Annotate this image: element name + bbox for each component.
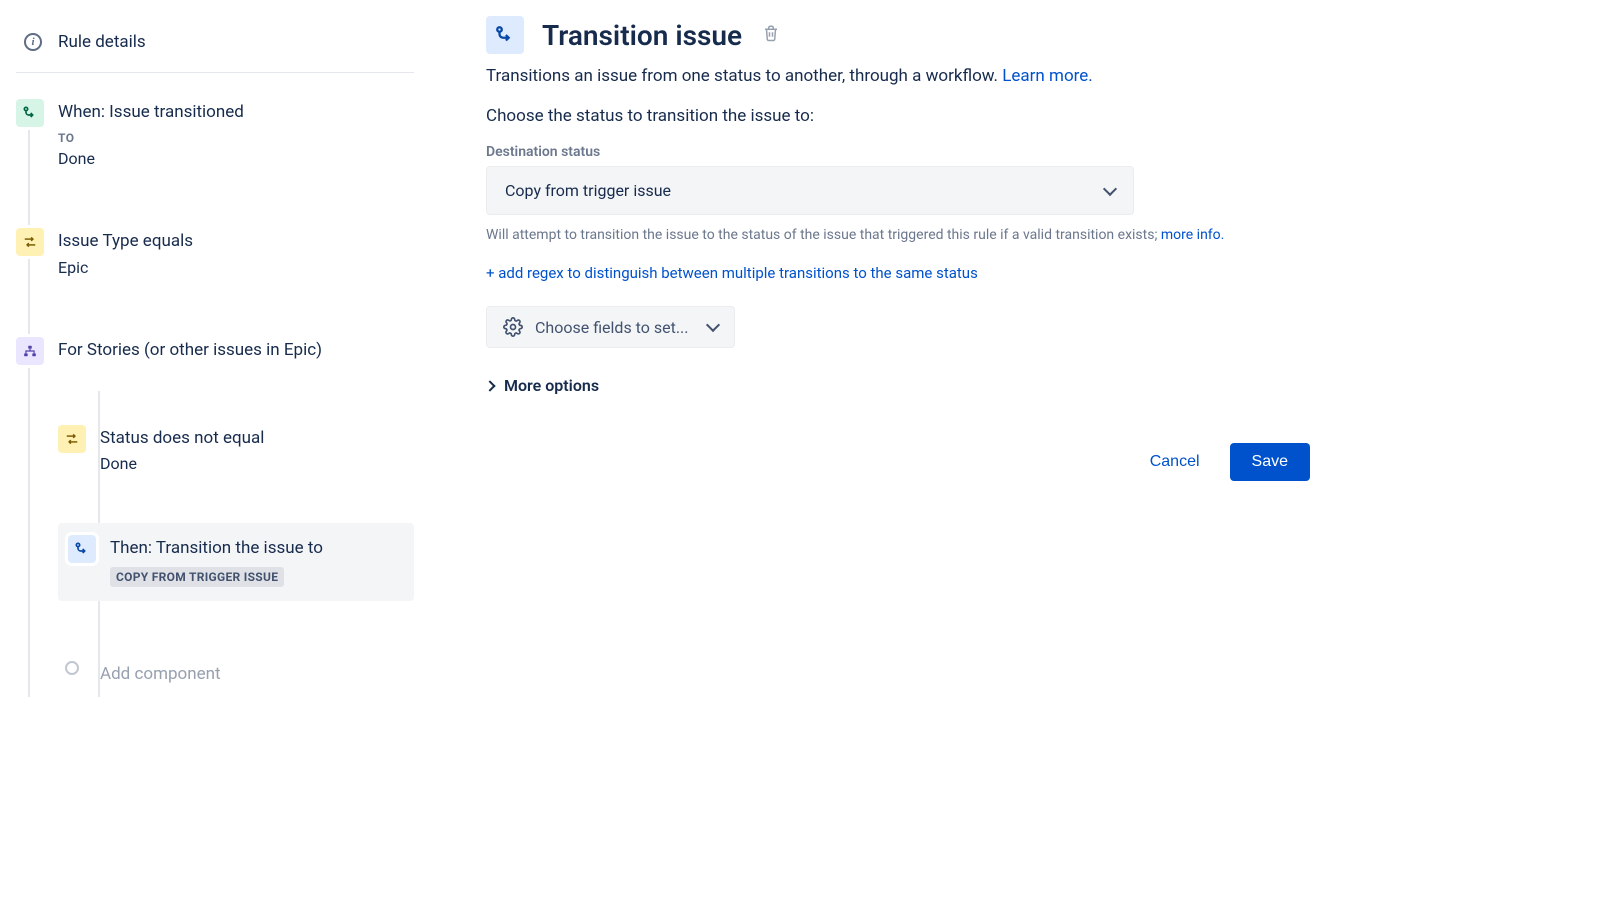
- more-options-label: More options: [504, 376, 599, 395]
- rule-details-header[interactable]: i Rule details: [16, 24, 414, 73]
- gear-icon: [503, 317, 523, 337]
- delete-button[interactable]: [762, 24, 780, 46]
- more-options-toggle[interactable]: More options: [486, 376, 1362, 395]
- learn-more-link[interactable]: Learn more.: [1002, 66, 1093, 86]
- condition-step[interactable]: Issue Type equals Epic: [16, 218, 414, 287]
- step-title: Then: Transition the issue to: [110, 537, 404, 561]
- helper-text-content: Will attempt to transition the issue to …: [486, 227, 1161, 243]
- description: Transitions an issue from one status to …: [486, 66, 1362, 86]
- choose-fields-label: Choose fields to set...: [535, 318, 688, 337]
- chevron-down-icon: [706, 318, 720, 332]
- chevron-right-icon: [484, 380, 495, 391]
- step-value: Epic: [58, 258, 404, 277]
- helper-text: Will attempt to transition the issue to …: [486, 225, 1286, 246]
- main-panel: Transition issue Transitions an issue fr…: [430, 0, 1410, 915]
- chevron-down-icon: [1103, 181, 1117, 195]
- rule-sidebar: i Rule details When: Issue transitioned …: [0, 0, 430, 915]
- step-title: For Stories (or other issues in Epic): [58, 339, 404, 363]
- condition-icon: [58, 425, 86, 453]
- action-buttons: Cancel Save: [486, 443, 1310, 481]
- destination-status-select[interactable]: Copy from trigger issue: [486, 166, 1134, 215]
- step-title: Status does not equal: [100, 427, 404, 451]
- choose-fields-button[interactable]: Choose fields to set...: [486, 306, 735, 348]
- branch-step[interactable]: For Stories (or other issues in Epic): [16, 327, 414, 375]
- nested-steps: Status does not equal Done Then: Transit…: [86, 415, 414, 697]
- page-title: Transition issue: [542, 19, 742, 52]
- branch-icon: [16, 337, 44, 365]
- add-component-step[interactable]: Add component: [58, 651, 414, 697]
- trigger-step[interactable]: When: Issue transitioned TO Done: [16, 89, 414, 178]
- add-component-label: Add component: [100, 663, 404, 687]
- add-regex-link[interactable]: + add regex to distinguish between multi…: [486, 264, 1362, 282]
- description-text: Transitions an issue from one status to …: [486, 66, 1002, 86]
- step-value: Done: [58, 149, 404, 168]
- step-title: Issue Type equals: [58, 230, 404, 254]
- step-value: Done: [100, 454, 404, 473]
- empty-step-icon: [65, 661, 79, 675]
- transition-icon: [16, 99, 44, 127]
- step-chip: COPY FROM TRIGGER ISSUE: [110, 567, 284, 587]
- action-step-selected[interactable]: Then: Transition the issue to COPY FROM …: [58, 523, 414, 601]
- condition-icon: [16, 228, 44, 256]
- nested-condition-step[interactable]: Status does not equal Done: [58, 415, 414, 484]
- destination-status-label: Destination status: [486, 144, 1362, 160]
- transition-icon: [68, 535, 96, 563]
- save-button[interactable]: Save: [1230, 443, 1310, 481]
- rule-step-list: When: Issue transitioned TO Done Issue T…: [16, 89, 414, 697]
- step-sublabel: TO: [58, 131, 404, 145]
- prompt-text: Choose the status to transition the issu…: [486, 106, 1362, 126]
- transition-icon: [486, 16, 524, 54]
- destination-status-value: Copy from trigger issue: [505, 181, 671, 200]
- more-info-link[interactable]: more info.: [1161, 227, 1224, 243]
- cancel-button[interactable]: Cancel: [1136, 443, 1214, 481]
- info-icon: i: [24, 33, 42, 51]
- rule-details-label: Rule details: [58, 32, 146, 52]
- step-title: When: Issue transitioned: [58, 101, 404, 125]
